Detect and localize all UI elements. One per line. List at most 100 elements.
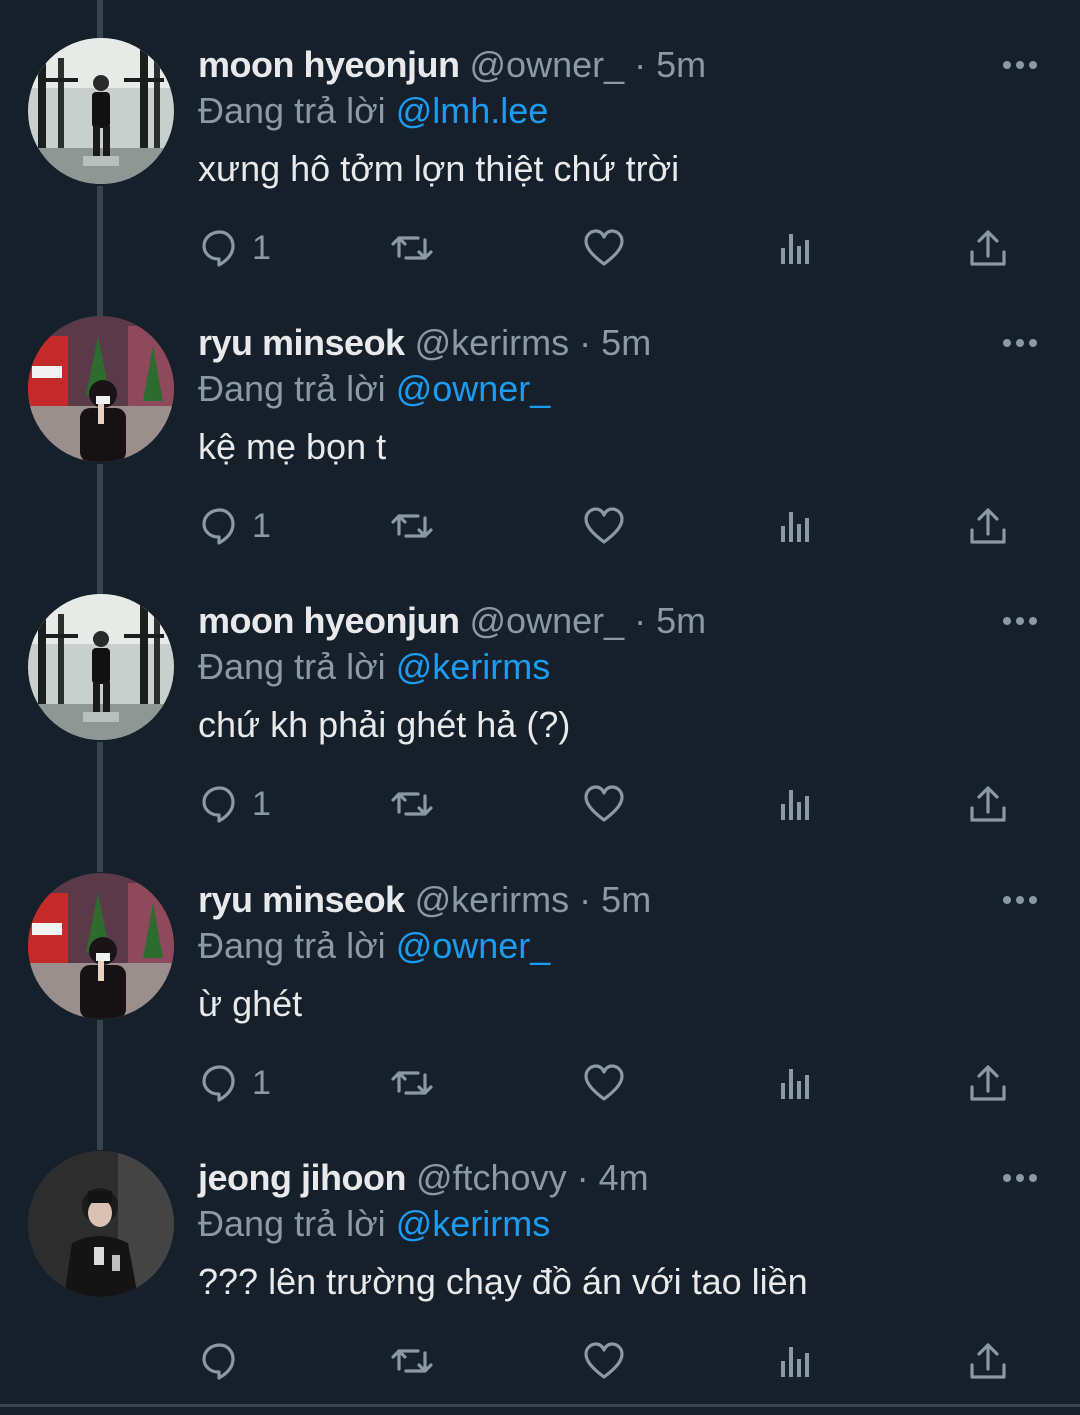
retweet-button[interactable]	[390, 498, 434, 554]
reply-button[interactable]: 1	[198, 220, 271, 276]
mention-link[interactable]: @owner_	[396, 925, 551, 966]
like-button[interactable]	[582, 1055, 626, 1111]
views-icon	[781, 512, 809, 542]
retweet-icon	[391, 1071, 433, 1095]
mention-link[interactable]: @kerirms	[396, 1203, 551, 1244]
mention-link[interactable]: @lmh.lee	[396, 90, 549, 131]
more-options-icon[interactable]	[1000, 328, 1040, 358]
user-handle[interactable]: @owner_	[470, 600, 625, 641]
user-handle[interactable]: @owner_	[470, 44, 625, 85]
reply-button[interactable]	[198, 1333, 252, 1389]
tweet-text: xưng hô tởm lợn thiệt chứ trời	[198, 148, 680, 189]
timestamp[interactable]: 5m	[656, 600, 706, 641]
share-button[interactable]	[966, 776, 1010, 832]
separator: ·	[634, 44, 647, 85]
share-icon	[970, 1343, 1006, 1379]
tweet[interactable]: ryu minseok @kerirms · 5m Đang trả lời @…	[0, 835, 1080, 1113]
share-icon	[970, 508, 1006, 544]
tweet[interactable]: moon hyeonjun @owner_ · 5m Đang trả lời …	[0, 0, 1080, 278]
display-name[interactable]: ryu minseok	[198, 879, 405, 920]
views-button[interactable]	[775, 776, 819, 832]
reply-count: 1	[252, 506, 271, 545]
user-handle[interactable]: @ftchovy	[416, 1157, 567, 1198]
replying-prefix: Đang trả lời	[198, 368, 386, 409]
views-button[interactable]	[775, 220, 819, 276]
avatar[interactable]	[28, 873, 174, 1019]
reply-count: 1	[252, 228, 271, 267]
avatar[interactable]	[28, 1151, 174, 1297]
share-button[interactable]	[966, 1333, 1010, 1389]
timestamp[interactable]: 4m	[599, 1157, 649, 1198]
tweet-header: ryu minseok @kerirms · 5m	[198, 877, 651, 923]
retweet-icon	[391, 1349, 433, 1373]
tweet-actions: 1	[0, 776, 1080, 836]
like-button[interactable]	[582, 220, 626, 276]
retweet-button[interactable]	[390, 776, 434, 832]
tweet-actions: 1	[0, 1055, 1080, 1115]
gym-avatar	[28, 594, 174, 740]
like-button[interactable]	[582, 1333, 626, 1389]
mention-link[interactable]: @kerirms	[396, 646, 551, 687]
share-button[interactable]	[966, 220, 1010, 276]
share-icon	[970, 230, 1006, 266]
replying-to: Đang trả lời @kerirms	[198, 1201, 550, 1247]
more-options-icon[interactable]	[1000, 50, 1040, 80]
gym-avatar	[28, 38, 174, 184]
like-button[interactable]	[582, 498, 626, 554]
share-button[interactable]	[966, 1055, 1010, 1111]
reply-button[interactable]: 1	[198, 776, 271, 832]
replying-to: Đang trả lời @owner_	[198, 923, 550, 969]
tweet-feed: moon hyeonjun @owner_ · 5m Đang trả lời …	[0, 0, 1080, 1415]
share-icon	[970, 1065, 1006, 1101]
like-button[interactable]	[582, 776, 626, 832]
reply-count: 1	[252, 784, 271, 823]
timestamp[interactable]: 5m	[601, 879, 651, 920]
reply-button[interactable]: 1	[198, 498, 271, 554]
user-handle[interactable]: @kerirms	[415, 879, 570, 920]
tweet[interactable]: ryu minseok @kerirms · 5m Đang trả lời @…	[0, 278, 1080, 556]
tweet-text: ??? lên trường chạy đồ án với tao liền	[198, 1261, 808, 1302]
more-options-icon[interactable]	[1000, 885, 1040, 915]
separator: ·	[579, 322, 592, 363]
share-button[interactable]	[966, 498, 1010, 554]
tweet-text: chứ kh phải ghét hả (?)	[198, 704, 571, 745]
dark-avatar	[28, 1151, 174, 1297]
retweet-icon	[391, 514, 433, 538]
more-options-icon[interactable]	[1000, 606, 1040, 636]
reply-icon	[202, 508, 235, 545]
replying-to: Đang trả lời @owner_	[198, 366, 550, 412]
display-name[interactable]: jeong jihoon	[198, 1157, 406, 1198]
like-icon	[584, 1342, 624, 1379]
retweet-button[interactable]	[390, 220, 434, 276]
like-icon	[584, 785, 624, 822]
user-handle[interactable]: @kerirms	[415, 322, 570, 363]
display-name[interactable]: moon hyeonjun	[198, 44, 460, 85]
separator: ·	[634, 600, 647, 641]
avatar[interactable]	[28, 316, 174, 462]
like-icon	[584, 1064, 624, 1101]
reply-button[interactable]: 1	[198, 1055, 271, 1111]
timestamp[interactable]: 5m	[656, 44, 706, 85]
tweet-header: moon hyeonjun @owner_ · 5m	[198, 42, 706, 88]
timestamp[interactable]: 5m	[601, 322, 651, 363]
tweet[interactable]: jeong jihoon @ftchovy · 4m Đang trả lời …	[0, 1113, 1080, 1391]
views-button[interactable]	[775, 1055, 819, 1111]
display-name[interactable]: moon hyeonjun	[198, 600, 460, 641]
reply-count: 1	[252, 1063, 271, 1102]
retweet-button[interactable]	[390, 1333, 434, 1389]
city-avatar	[28, 316, 174, 462]
views-button[interactable]	[775, 498, 819, 554]
avatar[interactable]	[28, 38, 174, 184]
tweet[interactable]: moon hyeonjun @owner_ · 5m Đang trả lời …	[0, 556, 1080, 834]
reply-icon	[202, 1343, 235, 1380]
replying-to: Đang trả lời @lmh.lee	[198, 88, 548, 134]
views-icon	[781, 1069, 809, 1099]
replying-to: Đang trả lời @kerirms	[198, 644, 550, 690]
more-options-icon[interactable]	[1000, 1163, 1040, 1193]
avatar[interactable]	[28, 594, 174, 740]
tweet-header: jeong jihoon @ftchovy · 4m	[198, 1155, 649, 1201]
retweet-button[interactable]	[390, 1055, 434, 1111]
mention-link[interactable]: @owner_	[396, 368, 551, 409]
views-button[interactable]	[775, 1333, 819, 1389]
display-name[interactable]: ryu minseok	[198, 322, 405, 363]
